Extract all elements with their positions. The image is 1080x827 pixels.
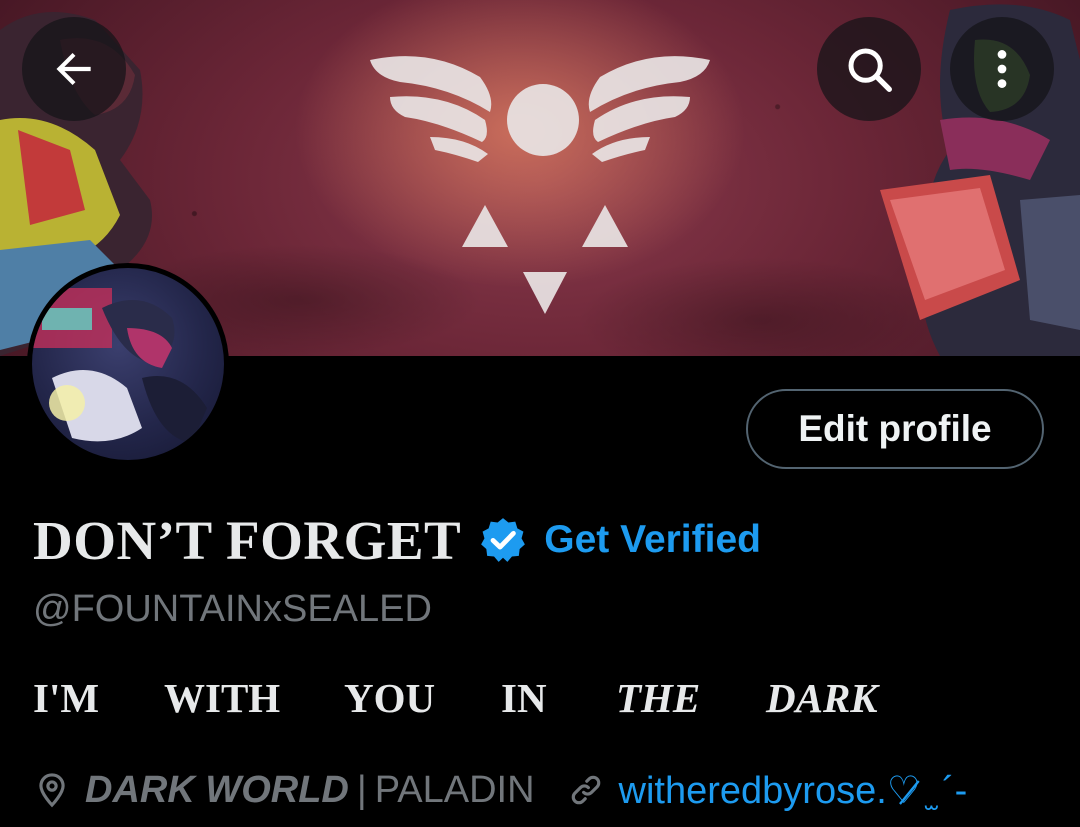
location-rest-text: PALADIN: [374, 768, 535, 811]
bio-word: THE: [616, 675, 701, 721]
get-verified-link[interactable]: Get Verified: [544, 518, 761, 562]
profile-meta: DARK WORLD | PALADIN witheredbyrose.♡̷ ̫…: [33, 764, 967, 816]
profile-handle: @FOUNTAINxSEALED: [33, 588, 432, 630]
edit-profile-button[interactable]: Edit profile: [746, 389, 1044, 469]
bio-word: IN: [501, 675, 547, 721]
search-button[interactable]: [817, 17, 921, 121]
avatar-illustration: [32, 288, 207, 443]
delta-rune-emblem: [370, 56, 710, 314]
arrow-left-icon: [56, 52, 91, 86]
display-name: DON’T FORGET: [33, 509, 462, 571]
profile-website-link[interactable]: witheredbyrose.♡̷ ̫ ´-: [619, 768, 968, 813]
back-button[interactable]: [22, 17, 126, 121]
bio-word: I'M: [33, 675, 100, 721]
name-row: DON’T FORGET Get Verified: [33, 505, 761, 575]
bio-word: YOU: [344, 675, 436, 721]
more-vertical-icon: [997, 50, 1007, 88]
location-separator: |: [356, 768, 367, 811]
bio-word: DARK: [766, 675, 878, 721]
link-icon: [571, 775, 600, 805]
profile-avatar[interactable]: [27, 263, 229, 465]
location-bold-text: DARK WORLD: [85, 768, 349, 811]
location-pin-icon: [39, 773, 65, 808]
bio-word: WITH: [164, 675, 281, 721]
search-icon: [848, 48, 892, 92]
more-options-button[interactable]: [950, 17, 1054, 121]
verified-badge-icon[interactable]: [478, 515, 528, 565]
